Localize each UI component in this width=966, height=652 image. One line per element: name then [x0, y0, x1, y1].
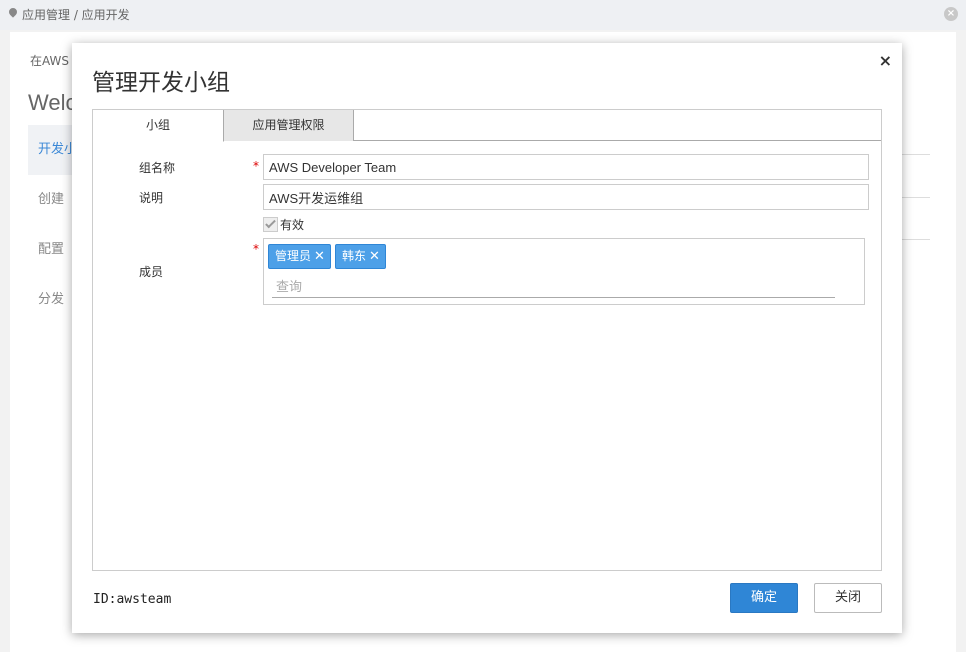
confirm-button[interactable]: 确定 — [730, 583, 798, 613]
member-tag: 管理员 ✕ — [268, 244, 331, 269]
members-field[interactable]: 管理员 ✕ 韩东 ✕ — [263, 238, 865, 305]
page-intro: 在AWS — [30, 54, 70, 68]
valid-checkbox-row[interactable]: 有效 — [263, 216, 304, 233]
group-name-label: 组名称 — [139, 161, 176, 175]
checkmark-icon — [265, 217, 276, 229]
manage-group-dialog: 管理开发小组 × 小组 应用管理权限 组名称 * 说明 有效 成员 * 管理员✕… — [72, 43, 902, 633]
dialog-title: 管理开发小组 — [92, 70, 230, 96]
tab-bar: 小组 应用管理权限 — [93, 110, 881, 142]
divider — [900, 154, 930, 155]
member-tag-label: 管理员 — [275, 249, 312, 263]
divider — [900, 197, 930, 198]
required-mark: * — [253, 159, 259, 173]
group-name-input[interactable] — [263, 154, 869, 180]
description-label: 说明 — [139, 191, 164, 205]
members-label: 成员 — [139, 265, 164, 279]
breadcrumb: 应用管理 / 应用开发 — [8, 6, 130, 23]
required-mark: * — [253, 242, 259, 256]
close-page-icon[interactable]: × — [944, 7, 958, 21]
tab-group[interactable]: 小组 — [93, 110, 224, 142]
group-id: ID:awsteam — [93, 592, 172, 607]
member-tag-label: 韩东 — [342, 249, 367, 263]
close-button[interactable]: 关闭 — [814, 583, 882, 613]
page-welcome: Welc — [28, 90, 77, 115]
member-search-input[interactable] — [272, 276, 835, 298]
description-input[interactable] — [263, 184, 869, 210]
member-tag: 韩东 ✕ — [335, 244, 386, 269]
tab-app-permissions[interactable]: 应用管理权限 — [224, 110, 354, 141]
divider — [900, 239, 930, 240]
valid-label: 有效 — [280, 218, 305, 232]
tab-panel: 小组 应用管理权限 组名称 * 说明 有效 成员 * 管理员✕ 韩东✕ — [92, 109, 882, 571]
remove-tag-icon[interactable]: ✕ — [369, 245, 380, 268]
location-pin-icon — [8, 8, 18, 22]
top-bar: 应用管理 / 应用开发 × — [0, 0, 966, 30]
remove-tag-icon[interactable]: ✕ — [314, 245, 325, 268]
close-icon[interactable]: × — [879, 51, 892, 70]
breadcrumb-text[interactable]: 应用管理 / 应用开发 — [22, 6, 130, 23]
valid-checkbox[interactable] — [263, 217, 278, 232]
